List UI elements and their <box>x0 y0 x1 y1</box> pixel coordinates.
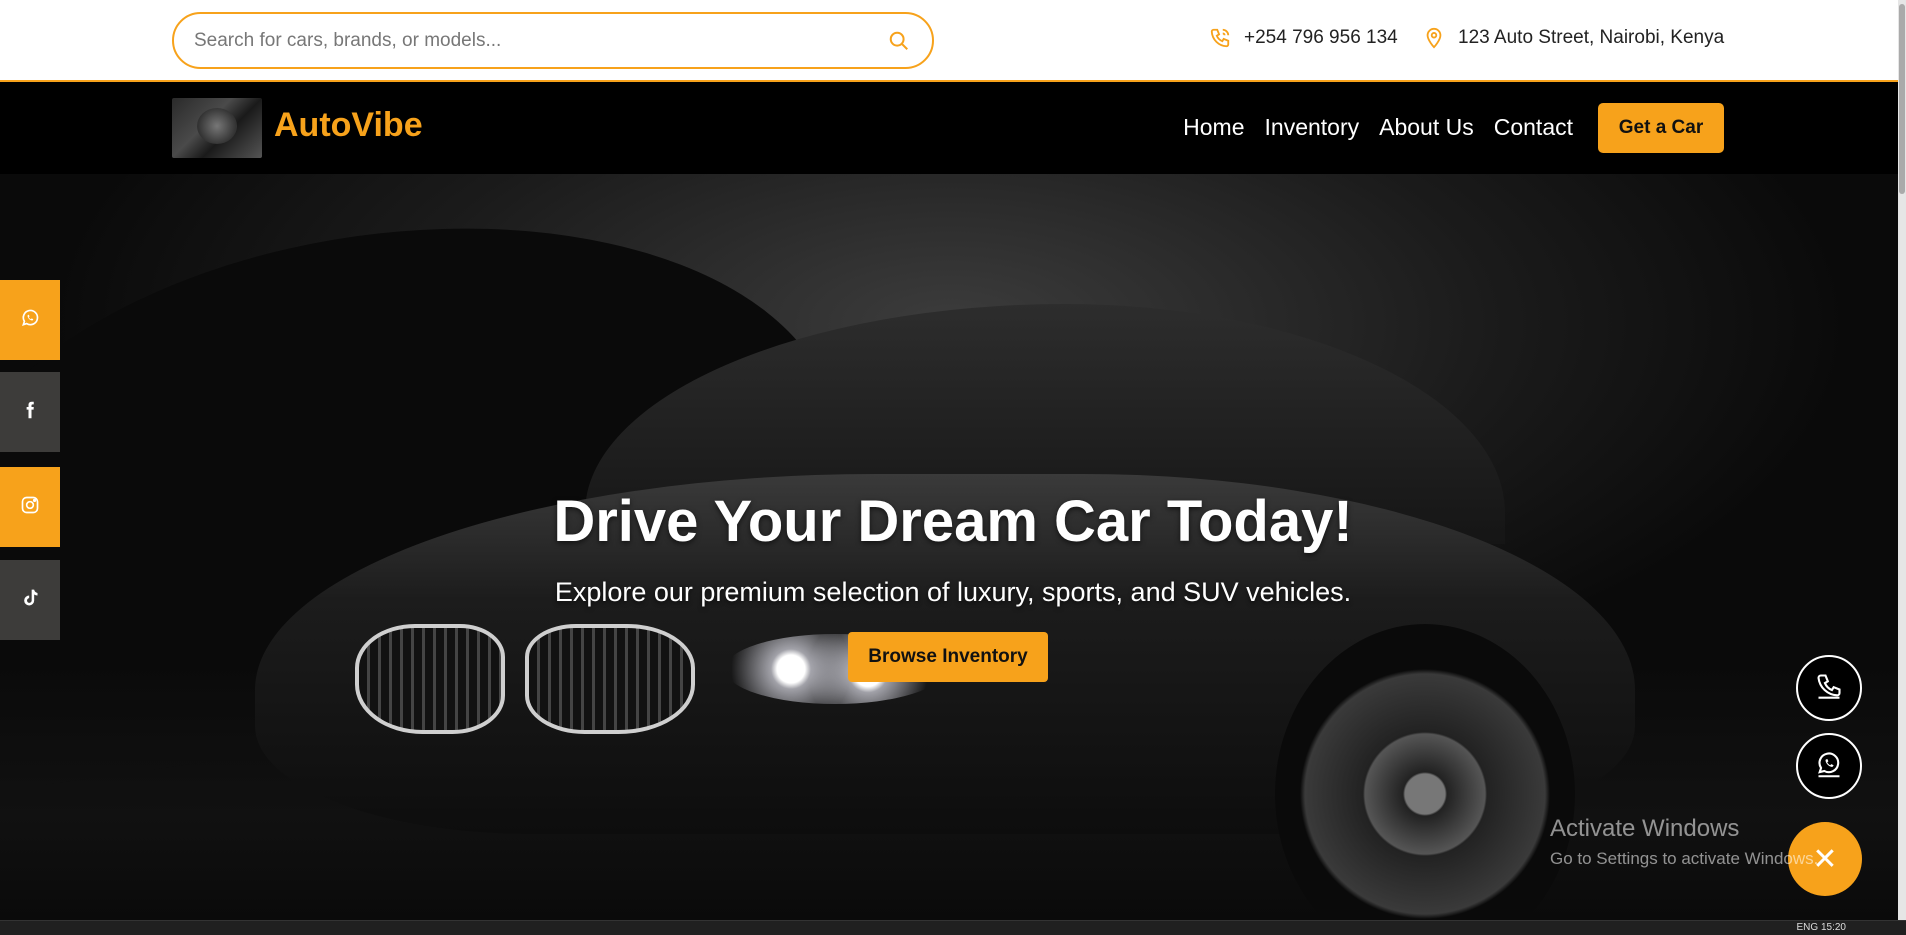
whatsapp-icon <box>20 308 40 333</box>
hero-section: Drive Your Dream Car Today! Explore our … <box>0 174 1906 920</box>
social-whatsapp-button[interactable] <box>0 280 60 360</box>
phone-icon <box>1208 26 1232 50</box>
search-input[interactable] <box>194 29 886 52</box>
search-icon[interactable] <box>886 28 912 54</box>
taskbar-tray: ENG 15:20 <box>1796 922 1846 933</box>
nav-home[interactable]: Home <box>1183 114 1244 141</box>
address-text: 123 Auto Street, Nairobi, Kenya <box>1458 27 1725 48</box>
scrollbar-thumb[interactable] <box>1899 4 1905 194</box>
browse-inventory-button[interactable]: Browse Inventory <box>848 632 1048 682</box>
instagram-icon <box>20 495 40 520</box>
navbar: AutoVibe Home Inventory About Us Contact… <box>0 84 1906 174</box>
nav-about-us[interactable]: About Us <box>1379 114 1474 141</box>
tiktok-icon <box>20 588 40 613</box>
watermark-subtitle: Go to Settings to activate Windows. <box>1550 849 1819 868</box>
activate-windows-watermark: Activate Windows Go to Settings to activ… <box>1550 815 1818 869</box>
nav-links: Home Inventory About Us Contact <box>1183 114 1573 141</box>
floating-call-button[interactable] <box>1796 655 1862 721</box>
brand-name[interactable]: AutoVibe <box>274 106 423 145</box>
contact-phone[interactable]: +254 796 956 134 <box>1208 26 1398 50</box>
os-taskbar: ENG 15:20 <box>0 920 1906 935</box>
hero-subtitle: Explore our premium selection of luxury,… <box>554 577 1352 607</box>
hero-car-image <box>255 304 1695 920</box>
social-instagram-button[interactable] <box>0 467 60 547</box>
facebook-icon <box>21 401 39 424</box>
social-facebook-button[interactable] <box>0 372 60 452</box>
contact-address: 123 Auto Street, Nairobi, Kenya <box>1422 26 1724 50</box>
social-tiktok-button[interactable] <box>0 560 60 640</box>
phone-icon <box>1815 672 1843 705</box>
page-scrollbar[interactable] <box>1898 0 1906 920</box>
floating-whatsapp-button[interactable] <box>1796 733 1862 799</box>
get-a-car-button[interactable]: Get a Car <box>1598 103 1724 153</box>
watermark-title: Activate Windows <box>1550 815 1740 842</box>
nav-contact[interactable]: Contact <box>1494 114 1573 141</box>
nav-inventory[interactable]: Inventory <box>1265 114 1360 141</box>
search-box[interactable] <box>172 12 934 69</box>
phone-number: +254 796 956 134 <box>1244 27 1398 48</box>
logo-image[interactable] <box>172 98 262 158</box>
top-bar: +254 796 956 134 123 Auto Street, Nairob… <box>0 0 1906 82</box>
hero-title: Drive Your Dream Car Today! <box>553 489 1353 554</box>
location-pin-icon <box>1422 26 1446 50</box>
page: +254 796 956 134 123 Auto Street, Nairob… <box>0 0 1906 935</box>
whatsapp-icon <box>1815 750 1843 783</box>
